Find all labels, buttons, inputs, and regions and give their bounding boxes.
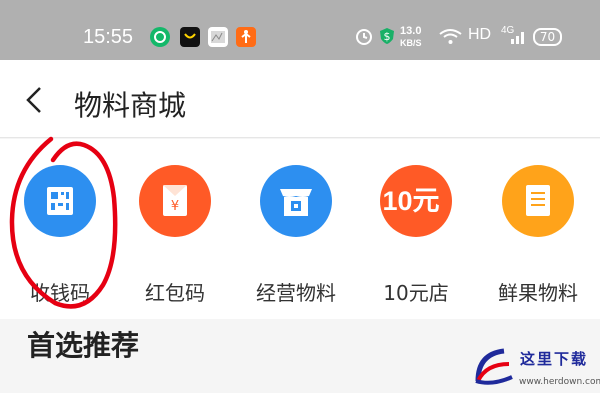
shield-icon: $ xyxy=(377,26,397,51)
menu-item-label: 红包码 xyxy=(145,281,205,305)
map-app-icon xyxy=(208,27,228,47)
wifi-icon xyxy=(438,26,463,51)
watermark-url: www.herdown.com xyxy=(519,377,600,387)
menu-item-business-materials[interactable]: 经营物料 xyxy=(236,165,356,305)
menu-item-ten-yuan-store[interactable]: 10元 10元店 xyxy=(356,165,476,305)
shopping-bag-app-icon xyxy=(180,27,200,47)
battery-icon: 70 xyxy=(533,28,562,46)
section-title: 首选推荐 xyxy=(27,329,140,362)
menu-item-label: 经营物料 xyxy=(256,281,336,305)
status-bar: 15:55 $ 13.0 KB/S HD 4G 70 xyxy=(0,0,600,60)
page-title: 物料商城 xyxy=(74,89,187,122)
page-header: 物料商城 xyxy=(0,60,600,138)
signal-icon xyxy=(510,29,526,50)
red-envelope-icon: ¥ xyxy=(139,165,211,237)
alarm-icon xyxy=(354,26,374,51)
menu-item-label: 鲜果物料 xyxy=(498,281,578,305)
red-circle-annotation xyxy=(9,136,118,309)
network-speed-unit: KB/S xyxy=(400,38,422,48)
back-button[interactable] xyxy=(16,80,56,120)
svg-text:¥: ¥ xyxy=(171,199,179,214)
network-speed: 13.0 KB/S xyxy=(400,25,422,49)
ten-yuan-badge: 10元 xyxy=(382,186,439,216)
status-time: 15:55 xyxy=(83,26,134,48)
menu-item-red-envelope-code[interactable]: ¥ 红包码 xyxy=(115,165,235,305)
menu-item-label: 10元店 xyxy=(383,281,449,305)
chevron-left-icon xyxy=(26,87,41,113)
network-speed-value: 13.0 xyxy=(400,25,422,37)
battery-level: 70 xyxy=(539,30,556,44)
download-logo-icon xyxy=(475,348,513,385)
hd-label: HD xyxy=(468,26,492,43)
watermark-text: 这里下载 xyxy=(520,350,589,368)
ten-yuan-icon: 10元 xyxy=(380,165,452,237)
watermark: 这里下载 www.herdown.com xyxy=(470,346,600,392)
green-circle-app-icon xyxy=(150,27,170,47)
fitness-app-icon xyxy=(236,27,256,47)
receipt-icon xyxy=(502,165,574,237)
svg-text:$: $ xyxy=(384,30,391,43)
store-qr-icon xyxy=(260,165,332,237)
menu-item-fresh-fruit-materials[interactable]: 鲜果物料 xyxy=(478,165,598,305)
